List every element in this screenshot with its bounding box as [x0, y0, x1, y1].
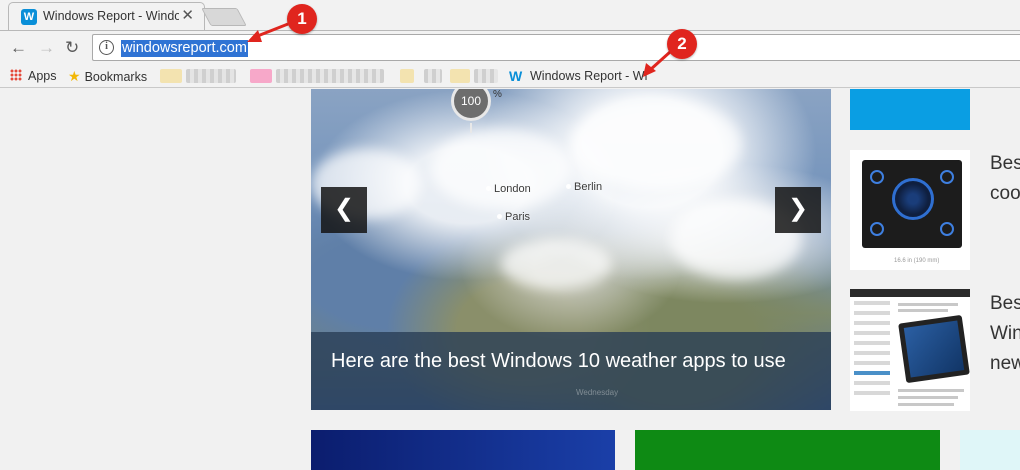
annotation-arrows	[247, 22, 672, 77]
annotation-badge-1: 1	[287, 4, 317, 34]
annotation-arrow-1	[254, 22, 289, 39]
annotation-arrow-2	[648, 50, 672, 72]
annotation-badge-2: 2	[667, 29, 697, 59]
annotation-arrowhead-1	[247, 30, 262, 42]
browser-window: W Windows Report - Windo ✕ ← → ↻ i windo…	[0, 0, 1020, 470]
